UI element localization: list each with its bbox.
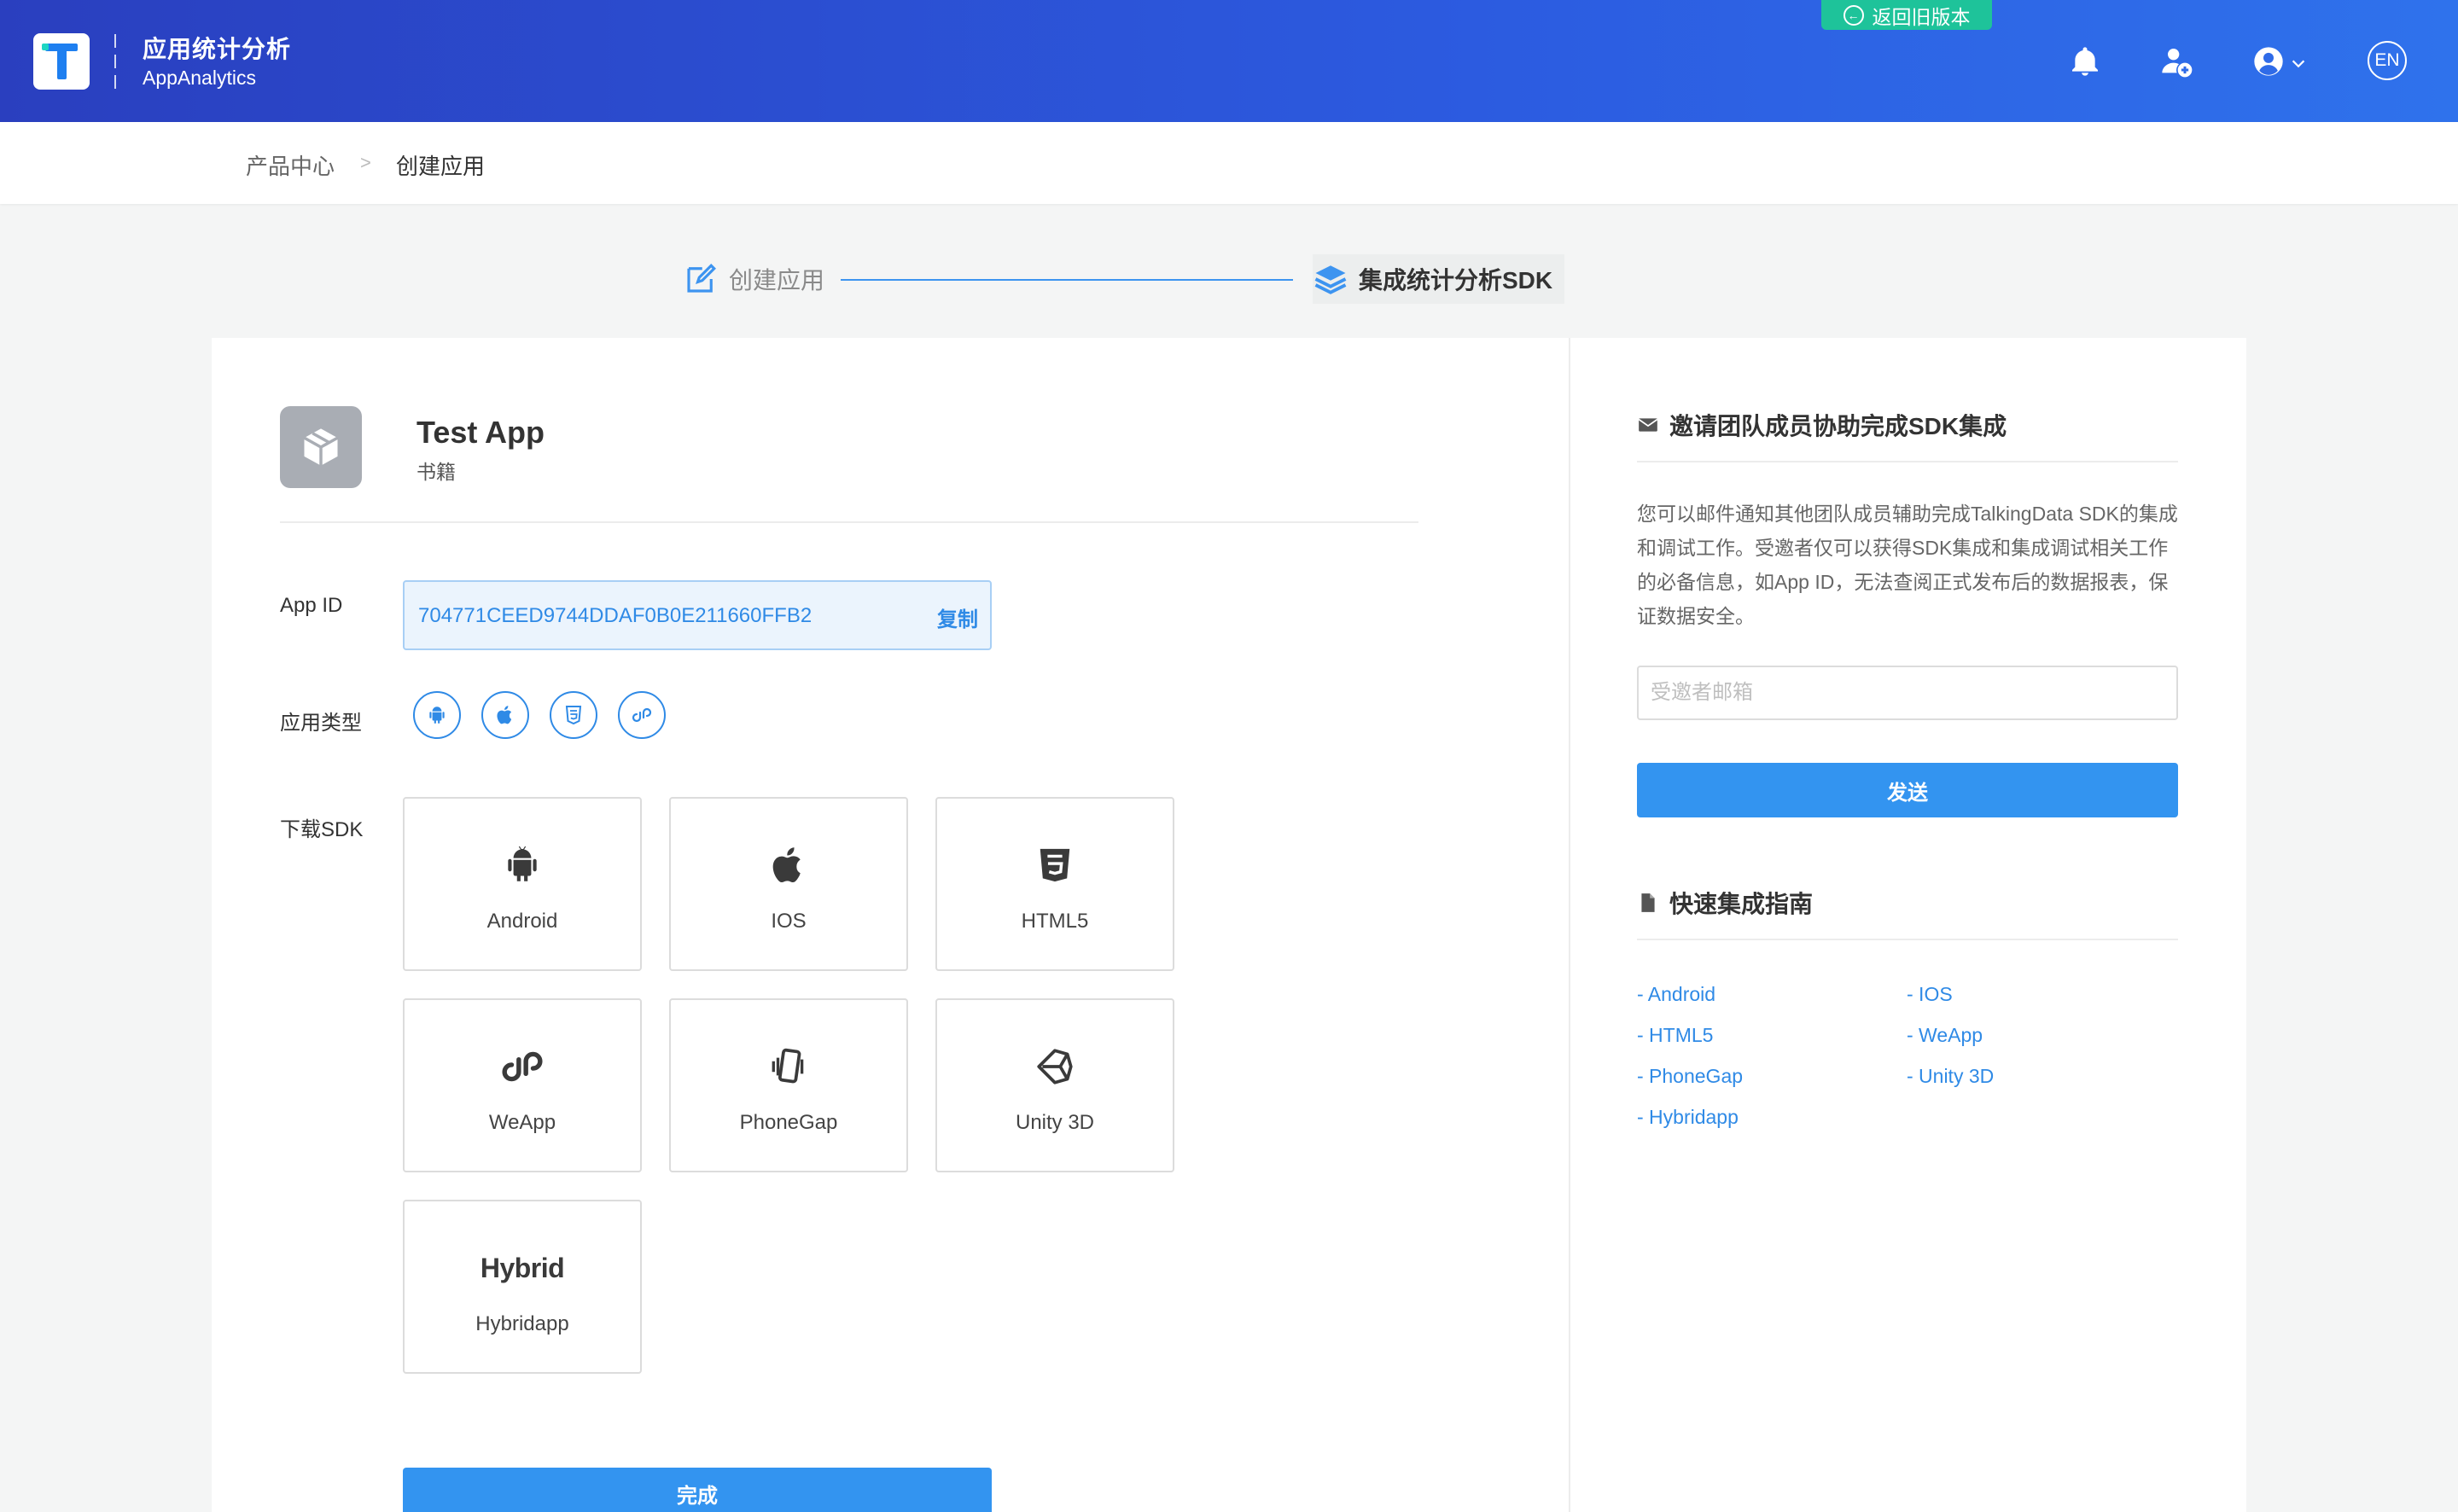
app-type-label: 应用类型	[280, 712, 362, 735]
breadcrumb-separator: >	[360, 152, 371, 173]
sdk-tile-ios[interactable]: IOS	[669, 797, 908, 971]
app-cube-icon	[280, 406, 362, 488]
sdk-tile-phonegap[interactable]: PhoneGap	[669, 998, 908, 1172]
app-category: 书籍	[416, 461, 456, 483]
invite-title-text: 邀请团队成员协助完成SDK集成	[1669, 413, 2007, 439]
app-info-divider	[280, 521, 1418, 523]
apple-icon[interactable]	[481, 691, 529, 739]
step-integrate-sdk: 集成统计分析SDK	[1313, 254, 1565, 304]
sdk-tile-label: PhoneGap	[739, 1111, 838, 1134]
quick-guide-divider	[1637, 939, 2178, 940]
back-to-old-version-button[interactable]: ← 返回旧版本	[1821, 0, 1992, 30]
hybrid-icon-text: Hybrid	[480, 1252, 565, 1283]
weapp-icon[interactable]	[618, 691, 666, 739]
user-account-menu[interactable]	[2251, 44, 2311, 79]
html5-icon	[937, 841, 1173, 889]
guide-link-hybridapp[interactable]: - Hybridapp	[1637, 1106, 1739, 1129]
layers-icon	[1314, 265, 1347, 294]
unity-icon	[937, 1043, 1173, 1090]
sdk-tile-label: IOS	[771, 910, 807, 933]
app-id-value[interactable]: 704771CEED9744DDAF0B0E211660FFB2	[418, 604, 812, 628]
step-create-app: 创建应用	[683, 261, 824, 297]
breadcrumb-item-create-app: 创建应用	[396, 154, 486, 179]
quick-guide-title: 快速集成指南	[1637, 886, 1813, 920]
quick-guide-title-text: 快速集成指南	[1669, 891, 1814, 917]
download-sdk-label: 下载SDK	[280, 818, 364, 841]
send-invite-button[interactable]: 发送	[1637, 763, 2178, 817]
top-header: 应用统计分析 AppAnalytics ← 返回旧版本 EN	[0, 0, 2458, 122]
logo-mark-stem	[57, 44, 67, 79]
sdk-tile-label: HTML5	[1021, 910, 1089, 933]
step-integrate-sdk-label: 集成统计分析SDK	[1359, 267, 1553, 294]
guide-link-weapp[interactable]: - WeApp	[1907, 1024, 1983, 1047]
guide-link-html5[interactable]: - HTML5	[1637, 1024, 1713, 1047]
sdk-tile-html5[interactable]: HTML5	[935, 797, 1174, 971]
app-id-field: 704771CEED9744DDAF0B0E211660FFB2 复制	[403, 580, 992, 650]
breadcrumb: 产品中心 > 创建应用	[0, 122, 2458, 204]
sdk-tile-label: Android	[486, 910, 558, 933]
product-title-cn: 应用统计分析	[143, 36, 292, 62]
app-name: Test App	[416, 415, 545, 450]
copy-app-id-button[interactable]: 复制	[937, 602, 978, 632]
sdk-tile-label: WeApp	[488, 1111, 556, 1134]
weapp-icon	[405, 1043, 640, 1090]
bell-icon[interactable]	[2068, 44, 2102, 79]
phonegap-icon	[671, 1043, 906, 1090]
guide-link-unity-3d[interactable]: - Unity 3D	[1907, 1065, 1994, 1088]
sdk-tile-label: Hybridapp	[475, 1312, 569, 1335]
user-avatar-icon	[2254, 47, 2283, 76]
sdk-tile-android[interactable]: Android	[403, 797, 642, 971]
guide-link-phonegap[interactable]: - PhoneGap	[1637, 1065, 1743, 1088]
apple-icon	[671, 841, 906, 889]
done-button[interactable]: 完成	[403, 1468, 992, 1512]
back-old-label: 返回旧版本	[1872, 5, 1971, 28]
step-connector-line	[841, 279, 1293, 281]
chevron-down-icon	[2292, 60, 2305, 68]
logo-mark-dot	[42, 44, 49, 50]
header-divider	[114, 34, 116, 89]
sdk-tile-label: Unity 3D	[1015, 1111, 1095, 1134]
breadcrumb-item-product-center[interactable]: 产品中心	[246, 149, 335, 181]
guide-link-android[interactable]: - Android	[1637, 983, 1715, 1006]
sdk-tile-hybridapp[interactable]: Hybrid Hybridapp	[403, 1200, 642, 1374]
android-icon	[405, 841, 640, 889]
guide-link-ios[interactable]: - IOS	[1907, 983, 1953, 1006]
invitee-email-input[interactable]	[1637, 666, 2178, 720]
document-icon	[1641, 893, 1655, 912]
invite-title: 邀请团队成员协助完成SDK集成	[1637, 408, 2007, 442]
sdk-tile-unity-3d[interactable]: Unity 3D	[935, 998, 1174, 1172]
edit-icon	[687, 264, 716, 293]
html5-icon[interactable]	[550, 691, 597, 739]
product-title-en: AppAnalytics	[143, 67, 256, 89]
invite-description: 您可以邮件通知其他团队成员辅助完成TalkingData SDK的集成和调试工作…	[1637, 503, 2178, 627]
panel-divider	[1569, 338, 1570, 1512]
app-id-label: App ID	[280, 594, 343, 617]
talkingdata-logo[interactable]	[33, 33, 90, 90]
sdk-tile-weapp[interactable]: WeApp	[403, 998, 642, 1172]
add-user-icon[interactable]	[2159, 44, 2193, 79]
step-create-app-label: 创建应用	[729, 267, 825, 294]
arrow-left-circle-icon: ←	[1843, 4, 1864, 26]
hybrid-icon: Hybrid	[405, 1244, 640, 1292]
invite-divider	[1637, 461, 2178, 462]
envelope-icon	[1638, 418, 1658, 432]
language-switch-button[interactable]: EN	[2368, 41, 2407, 80]
android-icon[interactable]	[413, 691, 461, 739]
